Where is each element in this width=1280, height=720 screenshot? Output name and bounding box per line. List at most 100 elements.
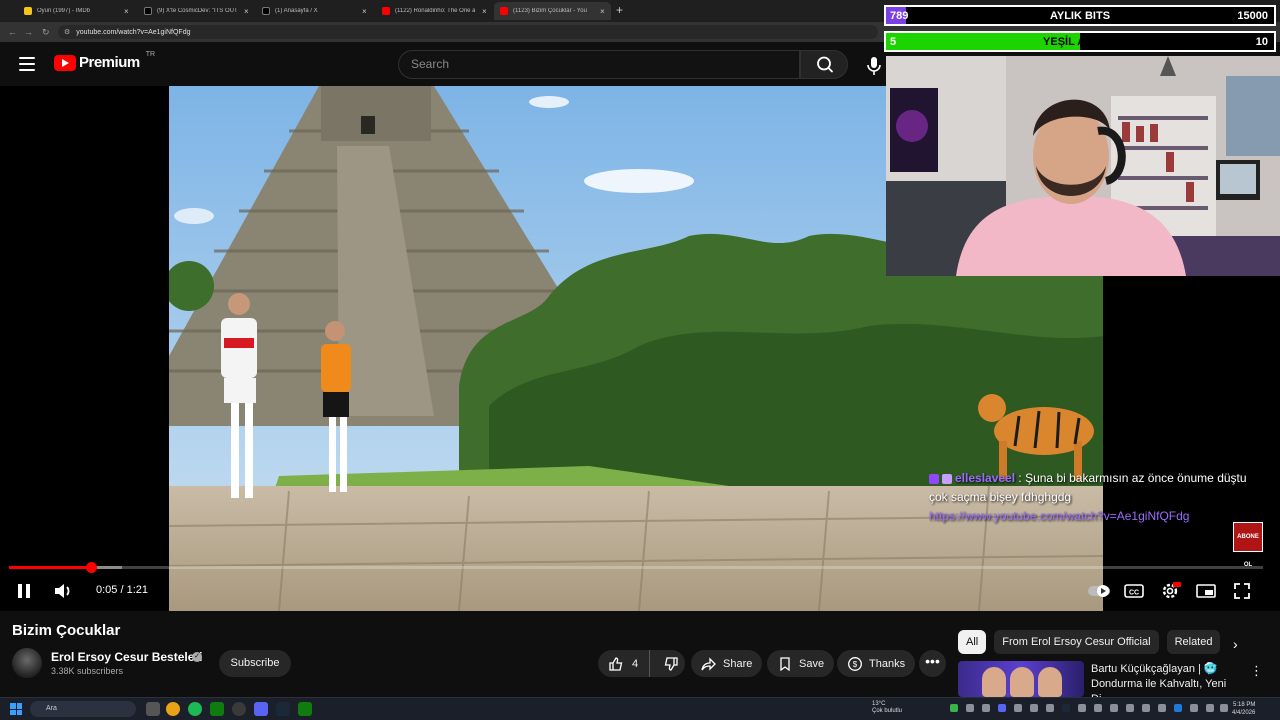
- microphone-icon[interactable]: [862, 54, 886, 78]
- forward-icon[interactable]: →: [24, 22, 33, 42]
- autoplay-toggle-icon[interactable]: [1087, 580, 1111, 602]
- tray-app-icon[interactable]: [1126, 704, 1134, 712]
- more-actions-icon[interactable]: •••: [919, 650, 946, 677]
- bookmark-icon: [780, 656, 790, 671]
- tray-app-icon[interactable]: [1046, 704, 1054, 712]
- channel-avatar[interactable]: [12, 648, 42, 678]
- chip-from-channel[interactable]: From Erol Ersoy Cesur Official: [994, 630, 1159, 654]
- taskbar-search-input[interactable]: Ara: [30, 701, 136, 717]
- xbox-app-icon[interactable]: [298, 702, 312, 716]
- clock-time: 5:18 PM: [1233, 702, 1256, 708]
- close-tab-icon[interactable]: ×: [244, 7, 249, 16]
- search-input[interactable]: Search: [398, 50, 800, 79]
- tray-app-icon[interactable]: [966, 704, 974, 712]
- menu-icon[interactable]: [19, 57, 35, 71]
- chat-badge-icon: [929, 473, 939, 484]
- tray-app-icon[interactable]: [1014, 704, 1022, 712]
- youtube-favicon-icon: [382, 7, 390, 15]
- channel-name[interactable]: Erol Ersoy Cesur Besteleri: [51, 650, 202, 664]
- browser-tab-x-home[interactable]: (1) Anasayfa / X ×: [256, 2, 373, 20]
- browser-tab-youtube-ronaldinho[interactable]: (1122) Ronaldinho: The One an ×: [376, 2, 493, 20]
- tray-app-icon[interactable]: [1158, 704, 1166, 712]
- speaker-icon[interactable]: [1206, 704, 1214, 712]
- battery-icon[interactable]: [1220, 704, 1228, 712]
- share-button[interactable]: Share: [691, 650, 763, 677]
- chip-all[interactable]: All: [958, 630, 987, 654]
- verified-badge-icon: ✓: [192, 652, 202, 662]
- task-view-icon[interactable]: [146, 702, 160, 716]
- obs-icon[interactable]: [232, 702, 246, 716]
- streamer-webcam-feed: [886, 56, 1280, 276]
- video-progress-bar[interactable]: [9, 562, 1263, 573]
- thanks-label: Thanks: [869, 657, 906, 670]
- chat-badge-icon: [942, 473, 952, 484]
- scrubber-handle[interactable]: [85, 562, 97, 573]
- tray-app-icon[interactable]: [1174, 704, 1182, 712]
- close-tab-icon[interactable]: ×: [600, 7, 605, 16]
- chevron-right-icon[interactable]: ›: [1233, 636, 1238, 652]
- search-icon: [817, 56, 833, 73]
- weather-widget[interactable]: 13°C Çok bulutlu: [872, 701, 902, 715]
- share-icon: [701, 656, 716, 671]
- settings-gear-icon[interactable]: [1159, 580, 1181, 602]
- tray-app-icon[interactable]: [1062, 704, 1070, 712]
- tray-app-icon[interactable]: [1110, 704, 1118, 712]
- related-filter-chips: All From Erol Ersoy Cesur Official Relat…: [958, 630, 1221, 654]
- miniplayer-icon[interactable]: [1195, 580, 1217, 602]
- reload-icon[interactable]: ↻: [42, 22, 50, 42]
- x-favicon-icon: [262, 7, 270, 15]
- steam-icon[interactable]: [276, 702, 290, 716]
- xbox-icon[interactable]: [210, 702, 224, 716]
- chrome-icon[interactable]: [166, 702, 180, 716]
- network-icon[interactable]: [1190, 704, 1198, 712]
- tray-app-icon[interactable]: [982, 704, 990, 712]
- new-tab-button[interactable]: +: [616, 2, 623, 18]
- site-info-icon[interactable]: ⚙: [64, 28, 70, 36]
- recommendation-menu-icon[interactable]: ⋮: [1250, 663, 1263, 679]
- thumbs-up-icon: [609, 656, 623, 671]
- browser-tab-x-cosmicdev[interactable]: (9) X'te CosmicDev: "ITS OUT!! \ ×: [138, 2, 255, 20]
- tray-app-icon[interactable]: [998, 704, 1006, 712]
- tray-app-icon[interactable]: [1094, 704, 1102, 712]
- captions-icon[interactable]: CC: [1123, 580, 1145, 602]
- save-button[interactable]: Save: [767, 650, 835, 677]
- search-button[interactable]: [800, 50, 848, 79]
- discord-icon[interactable]: [254, 702, 268, 716]
- recommendation-thumbnail[interactable]: [958, 661, 1084, 697]
- close-tab-icon[interactable]: ×: [124, 7, 129, 16]
- url-text: youtube.com/watch?v=Ae1giNfQFdg: [76, 28, 191, 36]
- current-time: 0:05: [96, 584, 118, 596]
- volume-icon[interactable]: [52, 580, 74, 602]
- youtube-play-logo-icon: [54, 54, 76, 71]
- tray-app-icon[interactable]: [1078, 704, 1086, 712]
- windows-start-icon[interactable]: [10, 703, 22, 715]
- thanks-button[interactable]: $ Thanks: [837, 650, 916, 677]
- browser-tab-imdb[interactable]: Oyun (1997) - IMDb ×: [18, 2, 135, 20]
- screen: Oyun (1997) - IMDb × (9) X'te CosmicDev:…: [0, 0, 1280, 720]
- tray-app-icon[interactable]: [1142, 704, 1150, 712]
- subscribe-button[interactable]: Subscribe: [219, 650, 291, 677]
- video-title: Bizim Çocuklar: [12, 622, 121, 639]
- taskbar-clock[interactable]: 5:18 PM 4/4/2026: [1232, 701, 1255, 717]
- url-field[interactable]: ⚙ youtube.com/watch?v=Ae1giNfQFdg: [58, 25, 878, 39]
- subscribe-watermark-button[interactable]: ABONE OL: [1233, 522, 1263, 568]
- youtube-favicon-icon: [500, 7, 508, 15]
- tray-app-icon[interactable]: [1030, 704, 1038, 712]
- super-thanks-icon: $: [848, 656, 862, 671]
- time-display: 0:05 / 1:21: [96, 584, 149, 596]
- fullscreen-icon[interactable]: [1231, 580, 1253, 602]
- like-button[interactable]: 4: [598, 650, 651, 677]
- weather-temp: 13°C: [872, 701, 886, 707]
- close-tab-icon[interactable]: ×: [482, 7, 487, 16]
- pause-icon[interactable]: [13, 580, 35, 602]
- close-tab-icon[interactable]: ×: [362, 7, 367, 16]
- chip-related[interactable]: Related: [1166, 630, 1221, 654]
- youtube-premium-logo[interactable]: Premium TR: [54, 51, 155, 71]
- spotify-icon[interactable]: [188, 702, 202, 716]
- clock-date: 4/4/2026: [1232, 710, 1256, 716]
- back-icon[interactable]: ←: [8, 22, 17, 42]
- browser-tab-youtube-active[interactable]: (1123) Bizim Çocuklar - You ×: [494, 2, 611, 20]
- dislike-button[interactable]: [656, 650, 685, 677]
- thumbs-down-icon: [664, 656, 678, 671]
- tray-app-icon[interactable]: [950, 704, 958, 712]
